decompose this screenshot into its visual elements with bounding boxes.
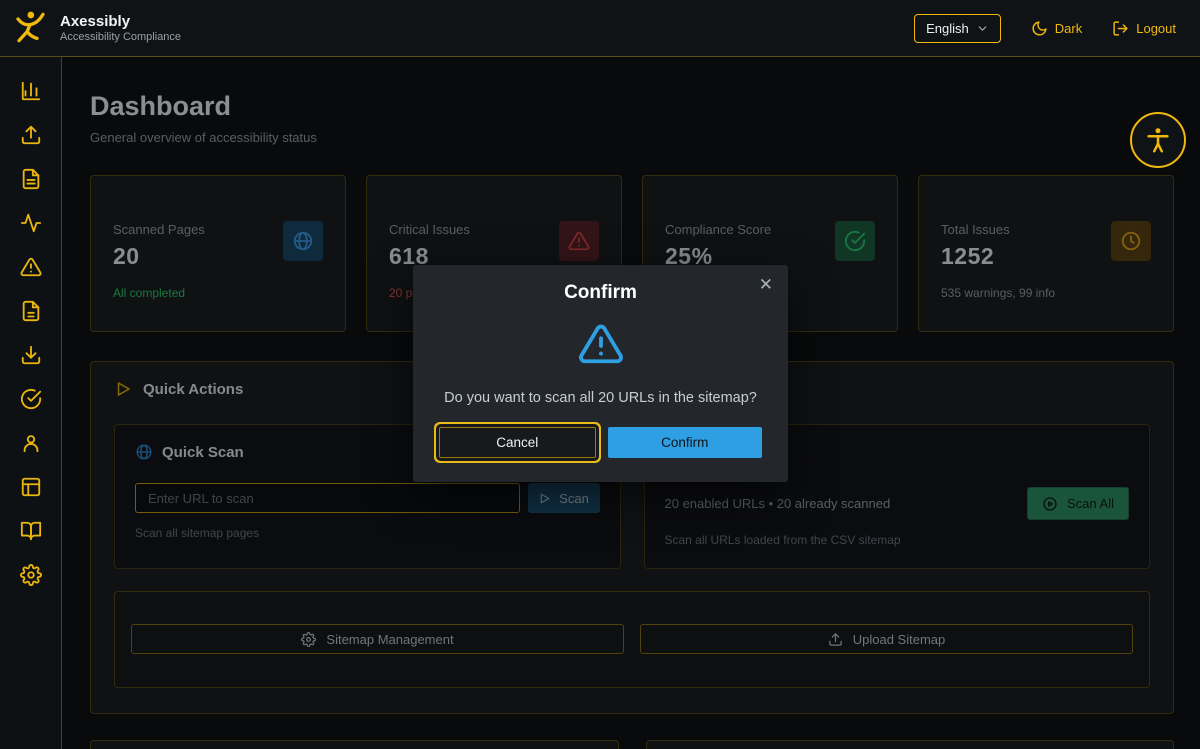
logout-icon: [1112, 20, 1129, 37]
file-text-icon: [20, 168, 42, 190]
alert-triangle-icon: [578, 321, 624, 367]
upload-icon: [20, 124, 42, 146]
confirm-modal: Confirm ✕ Do you want to scan all 20 URL…: [413, 265, 788, 482]
download-icon: [20, 344, 42, 366]
settings-icon: [20, 564, 42, 586]
sidebar-item-issues[interactable]: [19, 255, 43, 278]
sidebar-nav: [0, 57, 62, 749]
sidebar-item-docs[interactable]: [19, 519, 43, 542]
accessibility-widget-button[interactable]: [1130, 112, 1186, 168]
accessibility-person-icon: [1143, 125, 1173, 155]
app-name: Axessibly: [60, 13, 181, 32]
alert-triangle-icon: [20, 256, 42, 278]
app-subtitle: Accessibility Compliance: [60, 31, 181, 43]
bar-chart-icon: [20, 80, 42, 102]
user-icon: [20, 432, 42, 454]
logout-label: Logout: [1136, 21, 1176, 36]
sidebar-item-dashboard[interactable]: [19, 79, 43, 102]
sidebar-item-tasks[interactable]: [19, 387, 43, 410]
document-icon: [20, 300, 42, 322]
app-identity: Axessibly Accessibility Compliance: [60, 13, 181, 44]
app-logo-icon: [10, 8, 50, 48]
app-header: Axessibly Accessibility Compliance Engli…: [0, 0, 1200, 57]
activity-icon: [20, 212, 42, 234]
theme-toggle-label: Dark: [1055, 21, 1082, 36]
sidebar-item-export[interactable]: [19, 343, 43, 366]
modal-title: Confirm: [433, 282, 768, 304]
confirm-button[interactable]: Confirm: [608, 427, 763, 458]
logout-button[interactable]: Logout: [1112, 20, 1176, 37]
language-selector-label: English: [926, 21, 969, 36]
modal-message: Do you want to scan all 20 URLs in the s…: [433, 390, 768, 406]
modal-warning: [433, 321, 768, 367]
layout-icon: [20, 476, 42, 498]
sidebar-item-activity[interactable]: [19, 211, 43, 234]
cancel-button[interactable]: Cancel: [439, 427, 596, 458]
theme-toggle[interactable]: Dark: [1031, 20, 1082, 37]
chevron-down-icon: [976, 22, 989, 35]
sidebar-item-upload[interactable]: [19, 123, 43, 146]
sidebar-item-settings[interactable]: [19, 563, 43, 586]
sidebar-item-reports[interactable]: [19, 167, 43, 190]
sidebar-item-layout[interactable]: [19, 475, 43, 498]
check-circle-icon: [20, 388, 42, 410]
sidebar-item-users[interactable]: [19, 431, 43, 454]
close-icon[interactable]: ✕: [759, 276, 773, 293]
book-open-icon: [20, 520, 42, 542]
language-selector[interactable]: English: [914, 14, 1001, 43]
sidebar-item-pages[interactable]: [19, 299, 43, 322]
moon-icon: [1031, 20, 1048, 37]
